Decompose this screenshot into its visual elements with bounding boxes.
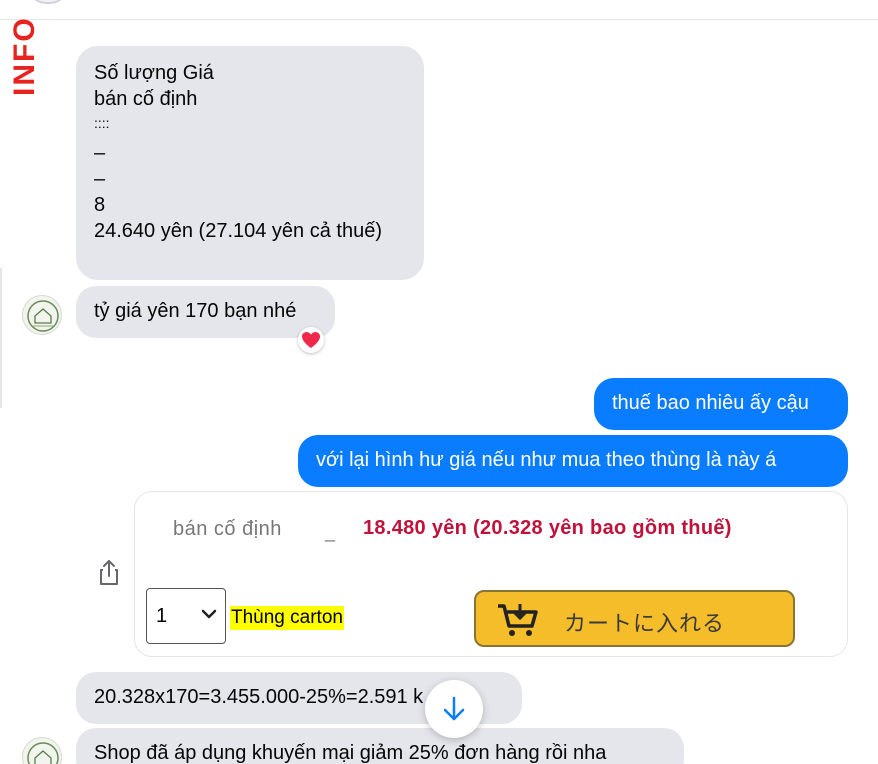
message-text: tỷ giá yên 170 bạn nhé <box>94 300 297 322</box>
scroll-to-bottom-button[interactable] <box>425 680 483 738</box>
shop-avatar[interactable] <box>22 737 62 764</box>
incoming-message[interactable]: Số lượng Giá bán cố định :::: – – 8 24.6… <box>76 46 424 280</box>
cart-icon <box>498 604 538 636</box>
message-line: 8 <box>94 194 106 216</box>
message-line: – <box>94 168 106 190</box>
price-value: 18.480 yên (20.328 yên bao gồm thuế) <box>363 517 732 539</box>
quantity-select: 1 <box>146 588 226 644</box>
outgoing-message[interactable]: với lại hình hư giá nếu như mua theo thù… <box>298 435 848 487</box>
panel-divider <box>0 268 2 408</box>
cart-button-label: カートに入れる <box>564 611 726 636</box>
message-line: – <box>94 142 106 164</box>
message-line: bán cố định <box>94 88 198 110</box>
message-text: Shop đã áp dụng khuyến mại giảm 25% đơn … <box>94 742 607 764</box>
price-dash: _ <box>325 522 336 542</box>
message-line: Số lượng Giá <box>94 62 214 84</box>
outgoing-message[interactable]: thuế bao nhiêu ấy cậu <box>594 378 848 430</box>
message-text: 20.328x170=3.455.000-25%=2.591 k ạ <box>94 686 440 708</box>
message-text: với lại hình hư giá nếu như mua theo thù… <box>316 449 777 471</box>
message-line: 24.640 yên (27.104 yên cả thuế) <box>94 220 382 242</box>
shop-avatar[interactable] <box>22 295 62 335</box>
incoming-message[interactable]: tỷ giá yên 170 bạn nhé <box>76 286 335 338</box>
chevron-down-icon <box>201 609 217 619</box>
share-icon[interactable] <box>96 558 122 588</box>
top-bar <box>0 0 878 20</box>
heart-reaction-icon[interactable] <box>298 327 324 353</box>
brand-logo: INFO <box>8 4 38 96</box>
message-text: thuế bao nhiêu ấy cậu <box>612 392 809 414</box>
brand-logo-text: INFO <box>8 16 38 96</box>
price-label: bán cố định <box>173 518 282 540</box>
add-to-cart-button: カートに入れる <box>474 590 795 647</box>
arrow-down-icon <box>443 696 465 721</box>
quantity-value: 1 <box>156 604 168 627</box>
message-line: :::: <box>94 115 110 131</box>
shared-image[interactable]: bán cố định _ 18.480 yên (20.328 yên bao… <box>134 491 848 657</box>
incoming-message[interactable]: Shop đã áp dụng khuyến mại giảm 25% đơn … <box>76 728 684 764</box>
carton-label: Thùng carton <box>230 606 344 630</box>
